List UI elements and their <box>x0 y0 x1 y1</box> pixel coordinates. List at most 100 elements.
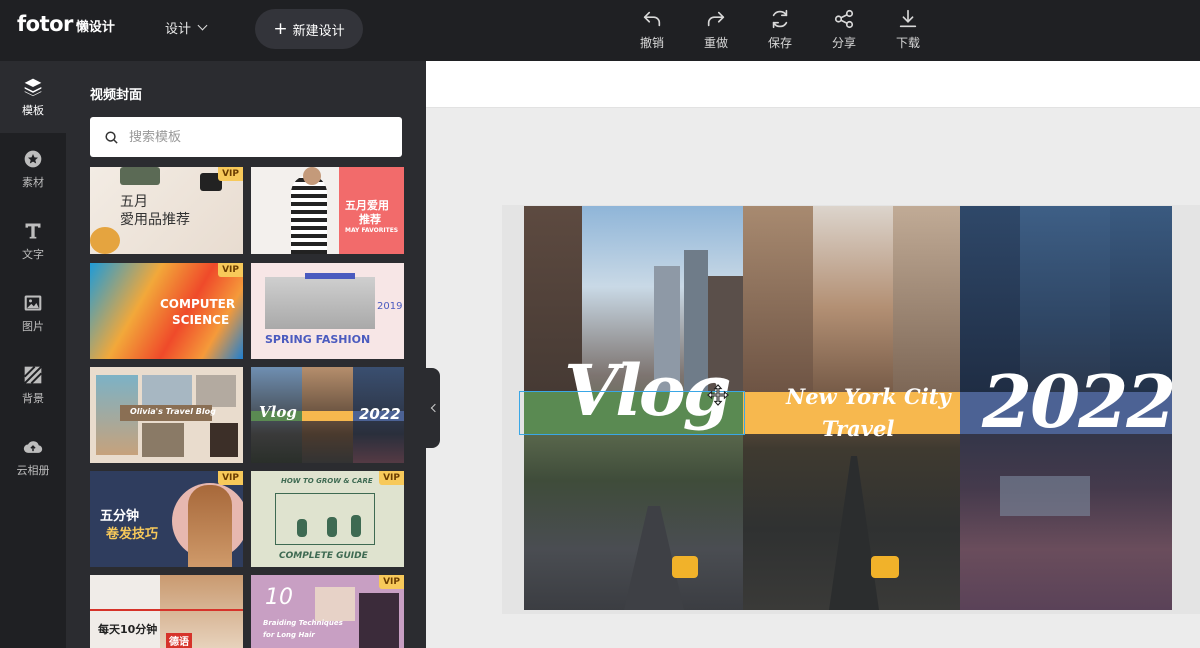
save-button[interactable]: 保存 <box>748 8 812 51</box>
template-person <box>188 485 232 567</box>
logo-text: fotor <box>17 12 73 36</box>
rail-label: 背景 <box>22 391 44 405</box>
traffic <box>1000 476 1090 516</box>
template-title: Vlog <box>259 403 297 421</box>
redo-button[interactable]: 重做 <box>684 8 748 51</box>
template-photo <box>265 277 375 329</box>
template-card[interactable]: SPRING FASHION 2019 <box>251 263 404 359</box>
design-title-year[interactable]: 2022 <box>982 366 1172 438</box>
template-card[interactable]: HOW TO GROW & CARE COMPLETE GUIDE VIP <box>251 471 404 567</box>
vip-badge: VIP <box>218 471 243 485</box>
building <box>893 206 960 392</box>
rail-label: 图片 <box>22 319 44 333</box>
star-icon <box>24 150 42 167</box>
template-card[interactable]: 10 Braiding Techniques for Long Hair VIP <box>251 575 404 648</box>
toolbar: 撤销 重做 保存 分享 下载 <box>620 8 940 51</box>
sync-icon <box>772 9 788 29</box>
app-logo[interactable]: fotor 懒设计 <box>17 12 115 42</box>
text-icon <box>25 223 41 238</box>
rail-item-images[interactable]: 图片 <box>0 277 66 349</box>
template-search <box>90 117 402 157</box>
rail-item-background[interactable]: 背景 <box>0 349 66 421</box>
template-decor <box>120 167 160 185</box>
share-icon <box>834 9 854 29</box>
rail-label: 文字 <box>22 247 44 261</box>
template-plant <box>327 517 337 537</box>
template-card[interactable]: COMPUTER SCIENCE VIP <box>90 263 243 359</box>
template-card[interactable]: Vlog 2022 <box>251 367 404 463</box>
template-title: SCIENCE <box>172 313 230 327</box>
canvas-header <box>426 61 1200 108</box>
move-cursor-icon <box>707 384 729 406</box>
template-title: SPRING FASHION <box>265 333 371 346</box>
template-band <box>302 411 353 421</box>
template-plant <box>351 515 361 537</box>
rail-item-text[interactable]: 文字 <box>0 205 66 277</box>
top-bar: fotor 懒设计 设计 + 新建设计 撤销 重做 保存 分享 下载 <box>0 0 1200 61</box>
chevron-left-icon <box>430 403 439 413</box>
search-icon <box>105 130 118 144</box>
template-person-head <box>303 167 321 185</box>
template-title: HOW TO GROW & CARE <box>281 477 373 485</box>
vip-badge: VIP <box>218 263 243 277</box>
building <box>743 206 813 392</box>
template-card[interactable]: 五分钟 卷发技巧 VIP <box>90 471 243 567</box>
undo-button[interactable]: 撤销 <box>620 8 684 51</box>
template-title: COMPLETE GUIDE <box>279 551 368 561</box>
download-icon <box>899 9 917 28</box>
template-grid: 五月 愛用品推荐 VIP 五月爱用 推荐 MAY FAVORITES COMPU… <box>90 167 404 648</box>
plus-icon: + <box>273 18 288 39</box>
panel-title: 视频封面 <box>90 88 143 103</box>
image-icon <box>24 295 42 310</box>
rail-item-cloud-album[interactable]: 云相册 <box>0 421 66 493</box>
design-menu-label: 设计 <box>165 22 192 37</box>
design-title-nyc[interactable]: New York City <box>786 386 951 407</box>
template-card[interactable]: 每天10分钟 德语 <box>90 575 243 648</box>
template-title: COMPUTER <box>160 297 236 311</box>
new-design-label: 新建设计 <box>292 23 345 39</box>
road <box>829 456 879 610</box>
undo-icon <box>643 11 661 27</box>
share-label: 分享 <box>831 36 856 50</box>
template-year: 2022 <box>359 405 401 423</box>
template-year: 2019 <box>377 301 403 312</box>
template-photo <box>315 587 355 621</box>
save-label: 保存 <box>767 36 792 50</box>
template-plant <box>297 519 307 537</box>
rail-label: 云相册 <box>16 463 50 477</box>
undo-label: 撤销 <box>639 36 664 50</box>
logo-suffix: 懒设计 <box>75 20 115 35</box>
rail-item-templates[interactable]: 模板 <box>0 61 66 133</box>
redo-label: 重做 <box>703 36 728 50</box>
template-decor <box>90 227 120 254</box>
template-card[interactable]: 五月 愛用品推荐 VIP <box>90 167 243 254</box>
design-menu-button[interactable]: 设计 <box>165 18 208 37</box>
template-card[interactable]: 五月爱用 推荐 MAY FAVORITES <box>251 167 404 254</box>
share-button[interactable]: 分享 <box>812 8 876 51</box>
rail-label: 素材 <box>22 175 44 189</box>
search-input[interactable] <box>129 129 389 145</box>
template-number: 10 <box>265 585 293 610</box>
taxi <box>871 556 899 578</box>
template-card[interactable]: Olivia's Travel Blog <box>90 367 243 463</box>
template-photo <box>359 593 399 648</box>
vip-badge: VIP <box>218 167 243 181</box>
template-title: 推荐 <box>359 213 381 226</box>
rail-item-elements[interactable]: 素材 <box>0 133 66 205</box>
template-photo <box>196 375 236 407</box>
redo-icon <box>707 11 725 27</box>
template-photo <box>210 423 238 457</box>
design-title-travel[interactable]: Travel <box>822 418 894 439</box>
download-button[interactable]: 下载 <box>876 8 940 51</box>
new-design-button[interactable]: + 新建设计 <box>255 9 363 49</box>
template-photo <box>142 423 184 457</box>
template-subtitle: MAY FAVORITES <box>345 227 399 234</box>
vip-badge: VIP <box>379 575 404 589</box>
template-title: Braiding Techniques <box>263 619 343 627</box>
left-rail: 模板 素材 文字 图片 背景 云相册 <box>0 61 66 648</box>
template-title: 愛用品推荐 <box>120 212 190 228</box>
collapse-panel-button[interactable] <box>426 368 440 448</box>
background-icon <box>23 365 43 384</box>
template-panel: 视频封面 五月 愛用品推荐 VIP 五月爱用 推荐 MAY FAVORITES … <box>66 61 426 648</box>
layers-icon <box>24 78 42 96</box>
